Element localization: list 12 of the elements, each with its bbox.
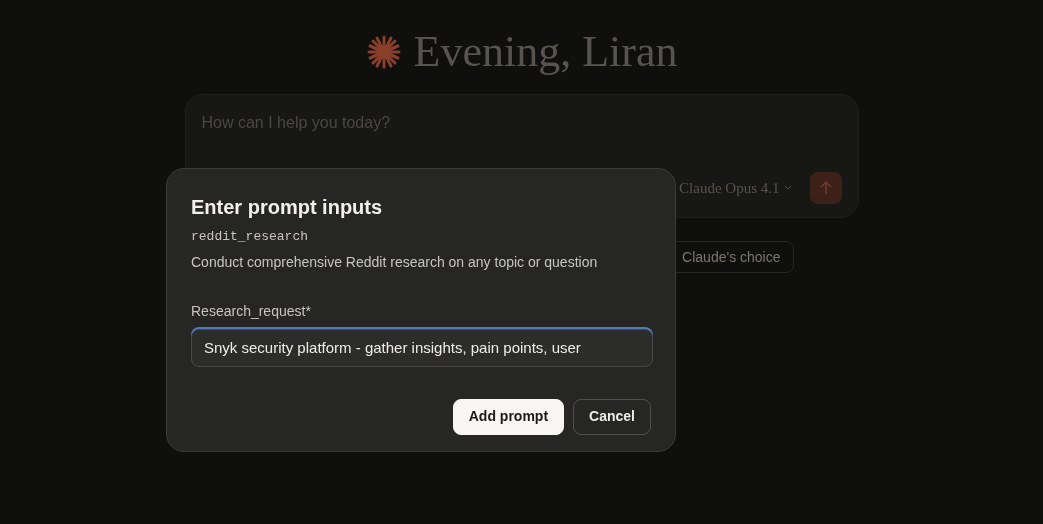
prompt-name: reddit_research: [191, 228, 310, 246]
greeting: Evening, Liran: [413, 26, 678, 78]
dialog-button[interactable]: Cancel: [573, 398, 651, 435]
send-button[interactable]: [809, 172, 842, 204]
arrow-up-icon: [819, 181, 832, 195]
field-label: Research_request*: [191, 301, 312, 321]
chevron-down-icon: [783, 185, 792, 191]
dialog-button[interactable]: Add prompt: [452, 398, 565, 435]
research-request-field[interactable]: Snyk security platform - gather insights, pain points, user: [191, 328, 653, 367]
prompt-description: Conduct comprehensive Reddit research on any topic or question: [191, 252, 599, 272]
dialog-title: Enter prompt inputs: [191, 195, 384, 219]
starburst-logo-icon: [365, 34, 402, 70]
